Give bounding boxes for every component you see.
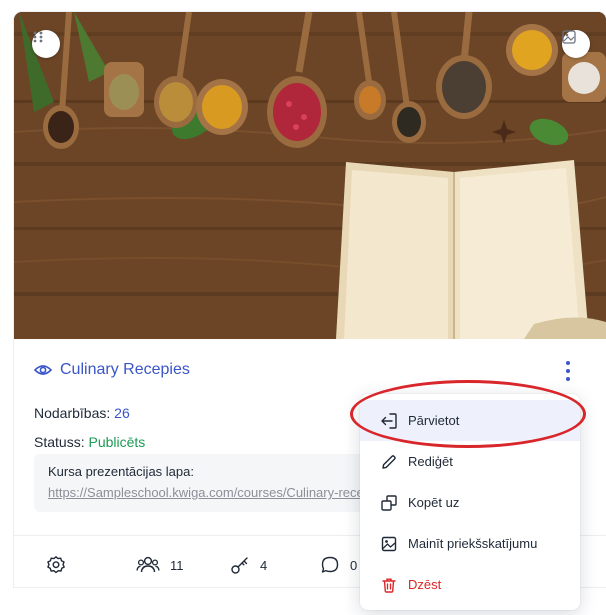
- students-count: 11: [170, 557, 184, 573]
- course-actions-menu: Pārvietot Rediģēt Kopēt uz Mainīt priekš…: [360, 394, 580, 610]
- lessons-count: Nodarbības: 26: [34, 405, 130, 421]
- lessons-label: Nodarbības:: [34, 405, 111, 421]
- menu-item-move[interactable]: Pārvietot: [360, 400, 580, 441]
- kebab-dot: [566, 361, 570, 365]
- menu-item-label: Mainīt priekšskatījumu: [408, 536, 538, 551]
- users-icon: [136, 556, 160, 573]
- students-stat[interactable]: 11: [136, 555, 184, 575]
- key-icon: [231, 557, 248, 574]
- gear-icon: [47, 556, 65, 574]
- pencil-icon: [382, 454, 396, 469]
- course-title-row[interactable]: Culinary Recepies: [34, 361, 190, 379]
- status-label: Statuss:: [34, 434, 85, 450]
- comments-stat[interactable]: 0: [320, 555, 357, 575]
- comment-icon: [321, 556, 339, 573]
- menu-item-label: Rediģēt: [408, 454, 453, 469]
- course-cover-image: [14, 12, 606, 339]
- image-icon: [562, 30, 576, 44]
- course-status: Statuss: Publicēts: [34, 434, 145, 450]
- more-options-button[interactable]: [559, 359, 577, 383]
- keys-count: 4: [260, 557, 268, 573]
- move-icon: [381, 412, 397, 429]
- menu-item-copy[interactable]: Kopēt uz: [360, 482, 580, 523]
- comments-count: 0: [350, 557, 358, 573]
- kebab-dot: [566, 377, 570, 381]
- menu-item-label: Pārvietot: [408, 413, 460, 428]
- menu-item-change-preview[interactable]: Mainīt priekšskatījumu: [360, 523, 580, 564]
- menu-item-delete[interactable]: Dzēst: [360, 564, 580, 605]
- spices-photo: [14, 12, 606, 339]
- course-title[interactable]: Culinary Recepies: [60, 361, 190, 379]
- menu-item-label: Kopēt uz: [408, 495, 460, 510]
- change-image-button[interactable]: [562, 30, 590, 58]
- eye-icon: [34, 365, 52, 375]
- menu-item-edit[interactable]: Rediģēt: [360, 441, 580, 482]
- image-icon: [381, 536, 397, 551]
- trash-icon: [382, 578, 396, 593]
- status-value: Publicēts: [88, 434, 146, 450]
- lessons-value: 26: [114, 405, 130, 421]
- settings-button[interactable]: [46, 555, 66, 575]
- drag-dots-icon: [33, 31, 43, 43]
- drag-handle-button[interactable]: [32, 30, 60, 58]
- menu-item-label: Dzēst: [408, 577, 442, 592]
- copy-icon: [381, 494, 397, 511]
- kebab-dot: [566, 369, 570, 373]
- keys-stat[interactable]: 4: [230, 555, 267, 575]
